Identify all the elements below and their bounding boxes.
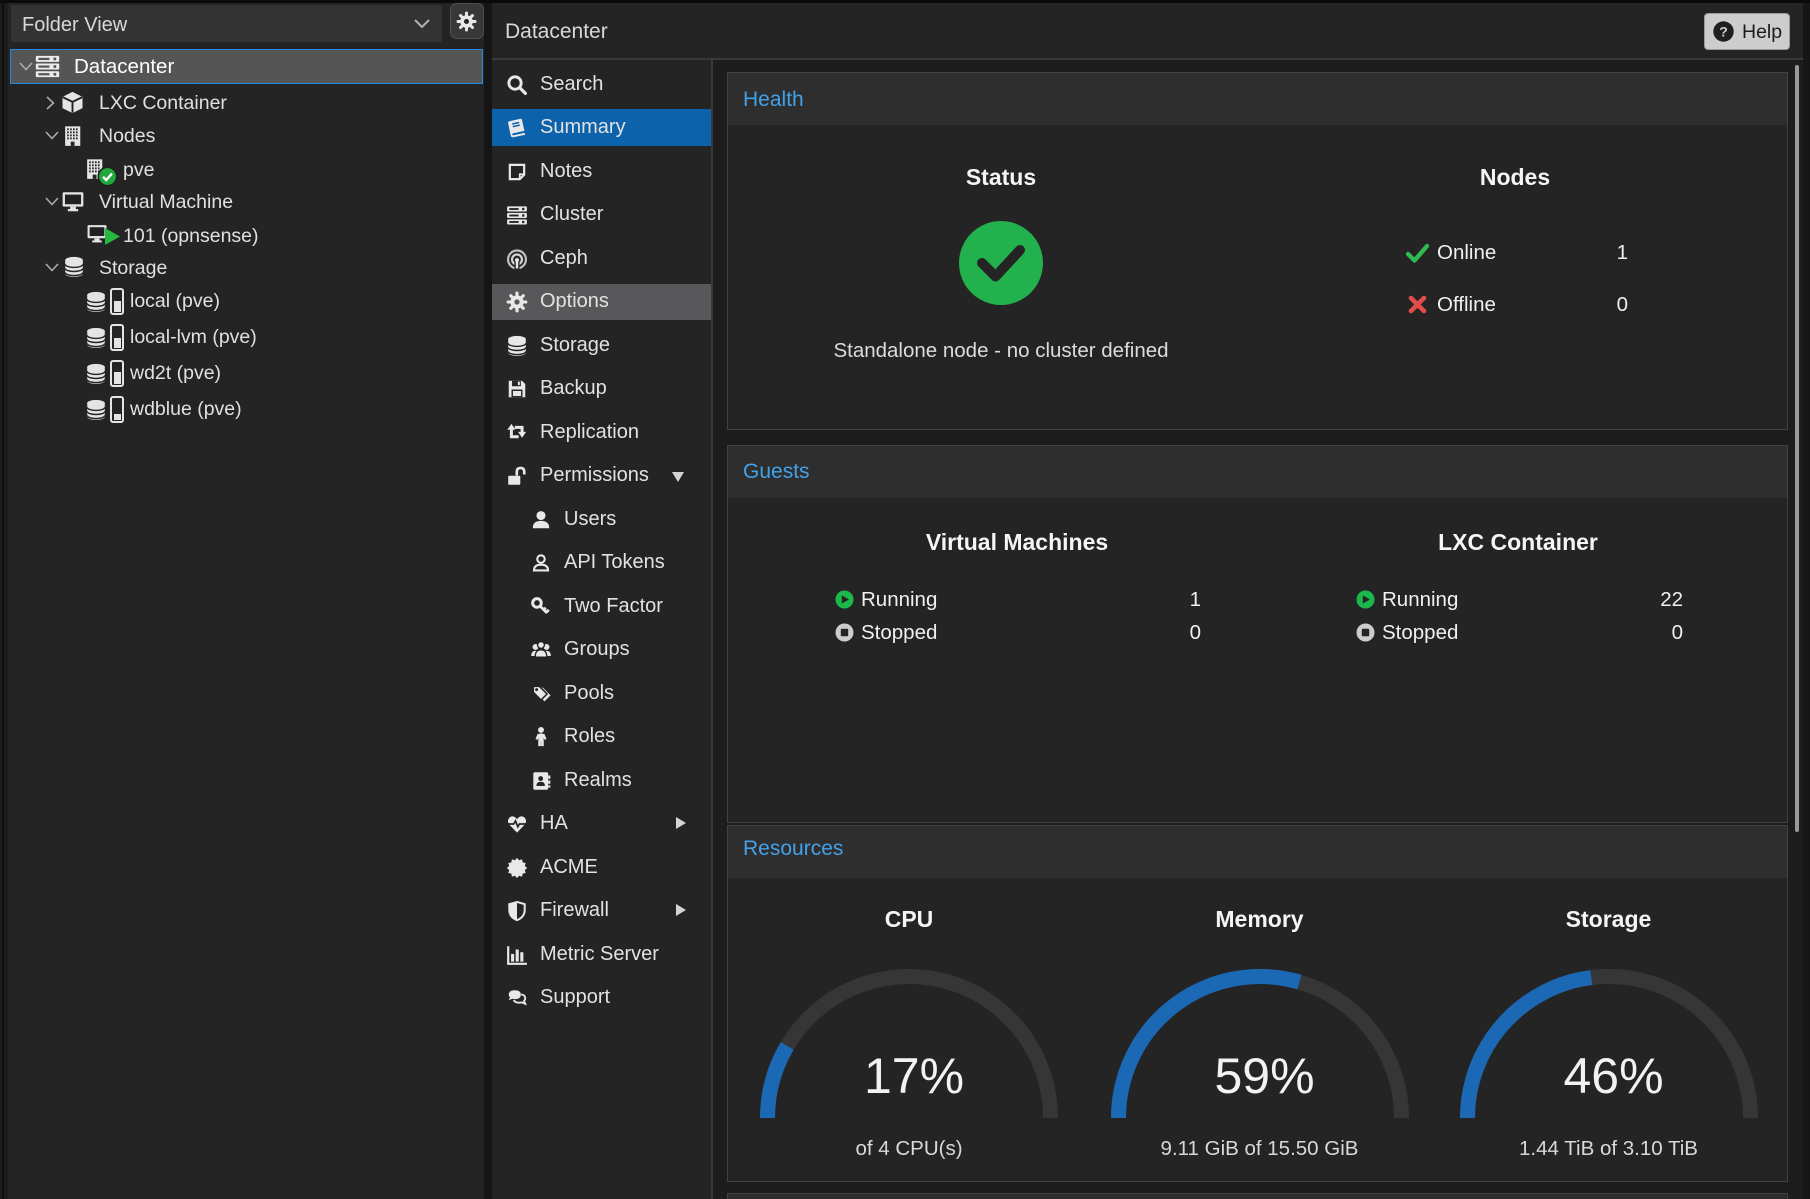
- svg-text:?: ?: [1719, 24, 1728, 40]
